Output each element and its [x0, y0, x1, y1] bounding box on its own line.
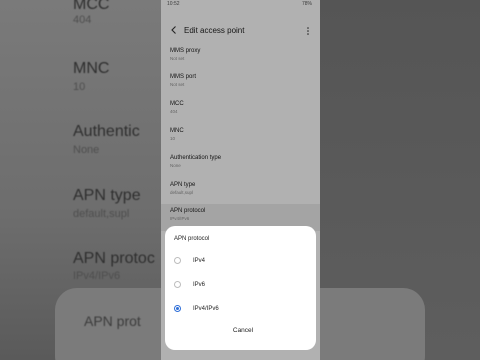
bg-row-value: default,supl: [73, 208, 130, 220]
option-ipv4[interactable]: IPv4: [165, 252, 316, 274]
bg-row-value: 10: [73, 81, 86, 93]
bg-row-title: APN type: [73, 187, 141, 204]
bg-row-title: Authentic: [73, 123, 140, 140]
phone-screen: 10:52 78% Edit access point MMS proxy No…: [161, 0, 320, 360]
option-ipv6[interactable]: IPv6: [165, 276, 316, 298]
radio-button[interactable]: [174, 257, 181, 264]
option-ipv4-ipv6[interactable]: IPv4/IPv6: [165, 300, 316, 322]
bg-row-title: APN protoc: [73, 250, 155, 267]
cancel-button[interactable]: Cancel: [225, 325, 261, 337]
option-label: IPv4/IPv6: [193, 306, 219, 312]
bg-row-title: MNC: [73, 60, 110, 77]
bg-row-title: MCC: [73, 0, 110, 13]
dialog-title: APN protocol: [174, 236, 210, 242]
bg-sheet-title: APN prot: [84, 313, 141, 329]
bg-row-value: None: [73, 144, 100, 156]
bg-row-value: IPv4/IPv6: [73, 270, 121, 282]
option-label: IPv6: [193, 282, 206, 288]
option-label: IPv4: [193, 258, 206, 264]
radio-button-selected[interactable]: [174, 305, 181, 312]
apn-protocol-dialog: APN protocol IPv4 IPv6 IPv4/IPv6 Cancel: [165, 226, 316, 350]
radio-button[interactable]: [174, 281, 181, 288]
bg-row-value: 404: [73, 14, 92, 26]
